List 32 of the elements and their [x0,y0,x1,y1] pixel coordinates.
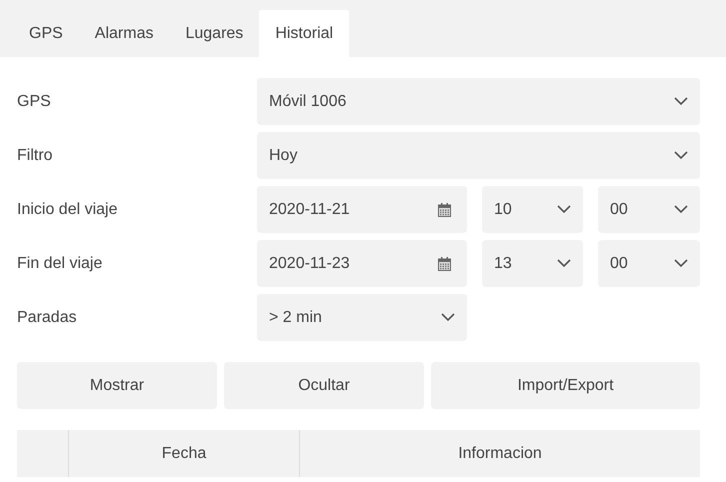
action-button[interactable]: Import/Export [431,362,700,409]
calendar-icon [438,256,451,270]
date-field[interactable]: 2020-11-21 [257,186,467,233]
column-header: Fecha [162,444,206,464]
field-label: Fin del viaje [17,254,104,274]
minute-select[interactable]: 00 [598,186,700,233]
hour-select[interactable]: 10 [482,186,583,233]
chevron-down-icon [557,205,571,214]
column-header: Informacion [458,444,542,464]
date-field[interactable]: 2020-11-23 [257,240,467,287]
chevron-down-icon [674,151,688,160]
hour-select[interactable]: 13 [482,240,583,287]
action-button[interactable]: Mostrar [17,362,217,409]
minute-select[interactable]: 00 [598,240,700,287]
field-label: Paradas [17,308,78,328]
chevron-down-icon [674,97,688,106]
tab[interactable]: Lugares [169,10,260,57]
chevron-down-icon [557,259,571,268]
chevron-down-icon [674,205,688,214]
field-label: Filtro [17,146,54,166]
tab[interactable]: Historial [259,10,350,57]
select-field[interactable]: Móvil 1006 [257,78,700,125]
action-button[interactable]: Ocultar [224,362,424,409]
tab[interactable]: GPS [13,10,79,57]
select-field[interactable]: Hoy [257,132,700,179]
field-label: GPS [17,92,52,112]
chevron-down-icon [674,259,688,268]
tab[interactable]: Alarmas [78,10,170,57]
calendar-icon [438,202,451,216]
select-field[interactable]: > 2 min [257,294,467,341]
field-label: Inicio del viaje [17,200,118,220]
chevron-down-icon [441,313,455,322]
